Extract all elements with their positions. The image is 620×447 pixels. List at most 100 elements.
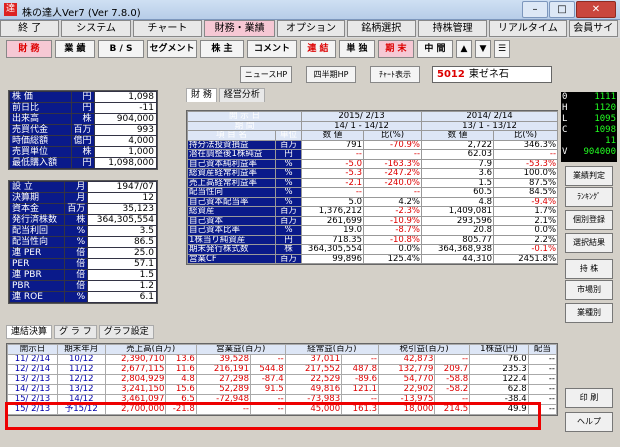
down-arrow-icon[interactable]: ▼ [475, 40, 491, 58]
minimize-button[interactable]: – [522, 1, 548, 18]
table-cell: -5.0 [301, 158, 364, 169]
table-row[interactable]: 配当性向% -- -- 60.5 84.5% [187, 187, 559, 198]
ticker-key: L [562, 114, 568, 124]
info-label: PER [8, 258, 66, 270]
menu-realtime[interactable]: リアルタイム [489, 20, 567, 37]
table-cell: 1株当り純資産 [187, 234, 276, 245]
side-button[interactable]: 業績判定 [565, 166, 613, 186]
results-header-cell: 営業益(百万) [195, 344, 286, 355]
results-cell: 13/12 [56, 384, 106, 395]
table-cell: 百万 [275, 206, 302, 217]
toolbar-bs-button[interactable]: B / S [98, 40, 144, 58]
menu-member-site[interactable]: 会員サイト [568, 20, 619, 49]
chart-view-button[interactable]: ﾁｬｰﾄ表示 [370, 66, 420, 83]
results-cell: 52,289 [195, 384, 251, 395]
results-cell: -89.6 [341, 374, 379, 385]
info-label: 時価総額 [9, 135, 72, 147]
maximize-button[interactable]: □ [549, 1, 575, 18]
table-cell: 2,722 [421, 139, 495, 150]
highlight-box [5, 402, 541, 430]
side-button[interactable]: 個別登録 [565, 210, 613, 230]
table-cell: -- [301, 187, 364, 198]
info-label: 決算期 [8, 192, 66, 204]
menu-option[interactable]: オプション [277, 20, 345, 37]
results-row[interactable]: 14/ 2/13 13/12 3,241,150 15.6 52,289 91.5 49,8… [7, 384, 558, 395]
side-button[interactable]: ﾗﾝｷﾝｸﾞ [565, 187, 613, 207]
table-row[interactable]: 持分法投資損益 百万 791 -70.9% 2,722 346.3% [187, 139, 559, 150]
results-header-row: 開示日 期末年月 売上高(百万) 営業益(百万) 経常益(百万) 税引益(百万) 1株益(円… [7, 344, 558, 355]
table-cell: % [275, 168, 302, 179]
table-row[interactable]: 1株当り純資産円 718.35 -10.8% 805.77 2.2% [187, 234, 559, 245]
side-button[interactable]: 選択結果 [565, 233, 613, 253]
results-cell: 14/ 2/13 [7, 384, 58, 395]
side-button[interactable]: 持 株 [565, 259, 613, 279]
table-row[interactable]: 潜在調整後1株純益円 -- -- 62.03 -- [187, 149, 559, 160]
menu-finance[interactable]: 財務・業績 [204, 20, 276, 37]
table-cell: 19.0 [301, 225, 364, 236]
toolbar-comment-button[interactable]: コメント [247, 40, 297, 58]
table-cell: 718.35 [301, 234, 364, 245]
list-icon[interactable]: ☰ [494, 40, 510, 58]
results-row[interactable]: 11/ 2/14 10/12 2,390,710 13.6 39,528 -- 37,011… [7, 354, 558, 365]
info-label: 売買単位 [9, 146, 72, 158]
table-row[interactable]: 自己資本配当率% 5.0 4.2% 4.8 -9.4% [187, 196, 559, 207]
table-cell: 持分法投資損益 [187, 139, 276, 150]
toolbar-consolidated-button[interactable]: 連 結 [300, 40, 336, 58]
news-hp-button[interactable]: ニュースHP [240, 66, 292, 83]
info-label: 連 PBR [8, 269, 66, 281]
table-cell: 364,305,554 [301, 244, 364, 255]
table-row[interactable]: 総資産経常利益率% -5.3 -247.2% 3.6 100.0% [187, 168, 559, 179]
tab-management-analysis[interactable]: 経営分析 [218, 88, 265, 102]
info-row: 時価総額 億円 4,000 [9, 135, 158, 147]
menu-chart[interactable]: チャート [132, 20, 203, 37]
close-button[interactable]: ✕ [576, 1, 616, 18]
info-unit: 円 [70, 102, 95, 114]
table-cell: -- [493, 149, 559, 160]
results-row[interactable]: 13/ 2/13 12/12 2,804,929 4.8 27,298 -87.4 22,5… [7, 374, 558, 385]
tab-graph-settings[interactable]: グラフ設定 [98, 325, 154, 339]
table-row[interactable]: 自己資本 百万 261,699 -10.9% 293,596 2.1% [187, 215, 559, 226]
toolbar-period-end-button[interactable]: 期 末 [378, 40, 414, 58]
side-button[interactable]: 印 刷 [565, 388, 613, 408]
table-cell: 潜在調整後1株純益 [187, 149, 276, 160]
toolbar-standalone-button[interactable]: 単 独 [339, 40, 375, 58]
table-cell: 期末発行株式数 [187, 244, 276, 255]
toolbar-segment-button[interactable]: セグメント [147, 40, 197, 58]
toolbar-finance-button[interactable]: 財 務 [6, 40, 52, 58]
menu-stock-select[interactable]: 銘柄選択 [346, 20, 416, 37]
toolbar-shareholder-button[interactable]: 株 主 [200, 40, 244, 58]
table-row[interactable]: 自己資本比率% 19.0 -8.7% 20.8 0.0% [187, 225, 559, 236]
table-row[interactable]: 期末発行株式数株 364,305,554 0.0% 364,368,938 -0.1% [187, 244, 559, 255]
table-row[interactable]: 自己資本純利益率% -5.0 -163.3% 7.9 -53.3% [187, 158, 559, 169]
info-row: 発行済株数株 364,305,554 [8, 214, 157, 226]
side-button[interactable]: 市場別 [565, 280, 613, 300]
info-label: 出来高 [9, 113, 72, 125]
toolbar-results-button[interactable]: 業 績 [55, 40, 95, 58]
table-cell: 60.5 [421, 187, 495, 198]
quarterly-hp-button[interactable]: 四半期HP [306, 66, 356, 83]
results-cell: 2,390,710 [104, 354, 167, 365]
info-value: 904,000 [93, 113, 158, 125]
info-unit: % [64, 291, 89, 303]
table-cell: 1,376,212 [301, 206, 364, 217]
info-row: 最低購入額円 1,098,000 [9, 157, 158, 169]
tab-finance[interactable]: 財 務 [186, 88, 217, 102]
menu-portfolio[interactable]: 持株管理 [417, 20, 488, 37]
side-button[interactable]: ヘルプ [565, 412, 613, 432]
table-row[interactable]: 総資産 百万 1,376,212 -2.3% 1,409,081 1.7% [187, 206, 559, 217]
table-row[interactable]: 売上高経常利益率% -2.1 -240.0% 1.5 87.5% [187, 177, 559, 188]
tab-graph[interactable]: グ ラ フ [54, 325, 97, 339]
tab-consolidated[interactable]: 連結決算 [6, 325, 53, 339]
table-cell: 87.5% [493, 177, 559, 188]
toolbar-interim-button[interactable]: 中 間 [417, 40, 453, 58]
up-arrow-icon[interactable]: ▲ [456, 40, 472, 58]
side-button[interactable]: 業種別 [565, 303, 613, 323]
results-cell: 2,677,115 [104, 364, 167, 375]
table-row[interactable]: 営業CF 百万 99,896 125.4% 44,310 2451.8% [187, 253, 559, 264]
results-row[interactable]: 12/ 2/14 11/12 2,677,115 11.6 216,191 544.8 21… [7, 364, 558, 375]
menu-exit[interactable]: 終 了 [0, 20, 60, 37]
results-cell: 11/12 [56, 364, 106, 375]
stock-code-box[interactable]: 5012 東ゼネ石 [432, 66, 552, 83]
menu-system[interactable]: システム [61, 20, 131, 37]
info-unit: 倍 [64, 247, 89, 259]
